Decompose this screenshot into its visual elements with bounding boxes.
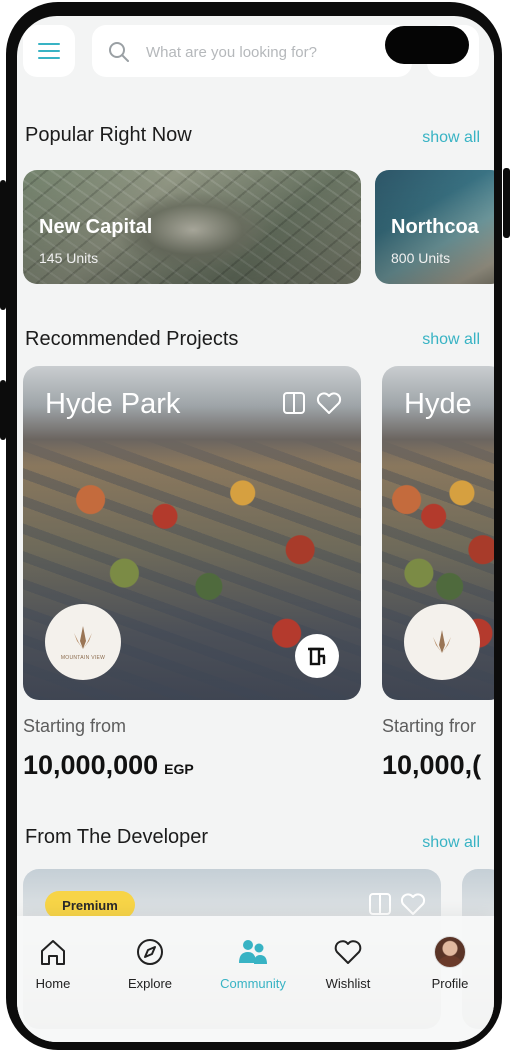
compass-icon — [137, 939, 163, 965]
search-input[interactable] — [144, 39, 398, 65]
hamburger-icon — [38, 43, 60, 45]
project-card[interactable]: Hyde Park MOUNTAIN VIEW — [23, 366, 361, 700]
app-screen: Popular Right Now show all New Capital 1… — [17, 16, 494, 1042]
developer-logo-icon — [433, 630, 451, 653]
nav-community[interactable]: Community — [213, 936, 293, 991]
project-name: Hyde — [404, 388, 472, 420]
avatar — [434, 936, 466, 968]
section-title-popular: Popular Right Now — [25, 124, 192, 146]
developer-logo-icon — [74, 626, 92, 649]
show-all-developer[interactable]: show all — [422, 834, 480, 852]
nav-explore[interactable]: Explore — [110, 936, 190, 991]
developer-logo — [404, 604, 480, 680]
heart-icon[interactable] — [399, 891, 427, 917]
nav-profile[interactable]: Profile — [410, 936, 490, 991]
search-bar[interactable] — [92, 25, 412, 77]
power-button — [503, 168, 510, 238]
side-button — [0, 180, 6, 310]
search-icon — [109, 42, 129, 62]
popular-card-name: Northcoa — [391, 216, 479, 238]
heart-icon — [334, 940, 362, 964]
popular-card[interactable]: Northcoa 800 Units — [375, 170, 494, 284]
home-icon — [41, 940, 65, 965]
nav-label: Wishlist — [325, 976, 371, 991]
show-all-recommended[interactable]: show all — [422, 331, 480, 349]
section-title-recommended: Recommended Projects — [25, 328, 239, 350]
project-card[interactable]: Hyde — [382, 366, 494, 700]
nav-wishlist[interactable]: Wishlist — [308, 936, 388, 991]
nav-label: Explore — [127, 976, 173, 991]
project-price: 10,000,( — [382, 750, 482, 780]
nav-home[interactable]: Home — [17, 936, 93, 991]
price-currency: EGP — [164, 761, 194, 777]
camera-cutout — [385, 26, 469, 64]
building-icon — [308, 647, 326, 666]
developer-logo: MOUNTAIN VIEW — [45, 604, 121, 680]
nav-label: Home — [35, 976, 71, 991]
nav-label: Profile — [431, 976, 469, 991]
menu-button[interactable] — [23, 25, 75, 77]
compare-icon[interactable] — [281, 390, 307, 416]
popular-card-units: 800 Units — [391, 250, 451, 266]
community-icon — [239, 940, 267, 964]
popular-card-units: 145 Units — [39, 250, 99, 266]
project-name: Hyde Park — [45, 388, 181, 420]
project-price: 10,000,000 EGP — [23, 750, 194, 780]
starting-from-label: Starting fror — [382, 716, 477, 736]
starting-from-label: Starting from — [23, 716, 127, 736]
popular-card[interactable]: New Capital 145 Units — [23, 170, 361, 284]
show-all-popular[interactable]: show all — [422, 129, 480, 147]
side-button — [0, 380, 6, 440]
heart-icon[interactable] — [315, 390, 343, 416]
developer-logo-text: MOUNTAIN VIEW — [60, 655, 106, 661]
bottom-navigation: Home Explore Community Wishlist Profile — [17, 916, 494, 1042]
add-compare-button[interactable] — [295, 634, 339, 678]
premium-badge: Premium — [45, 891, 135, 919]
nav-label: Community — [220, 976, 286, 991]
section-title-developer: From The Developer — [25, 826, 209, 848]
popular-card-name: New Capital — [39, 216, 153, 238]
compare-icon[interactable] — [367, 891, 393, 917]
